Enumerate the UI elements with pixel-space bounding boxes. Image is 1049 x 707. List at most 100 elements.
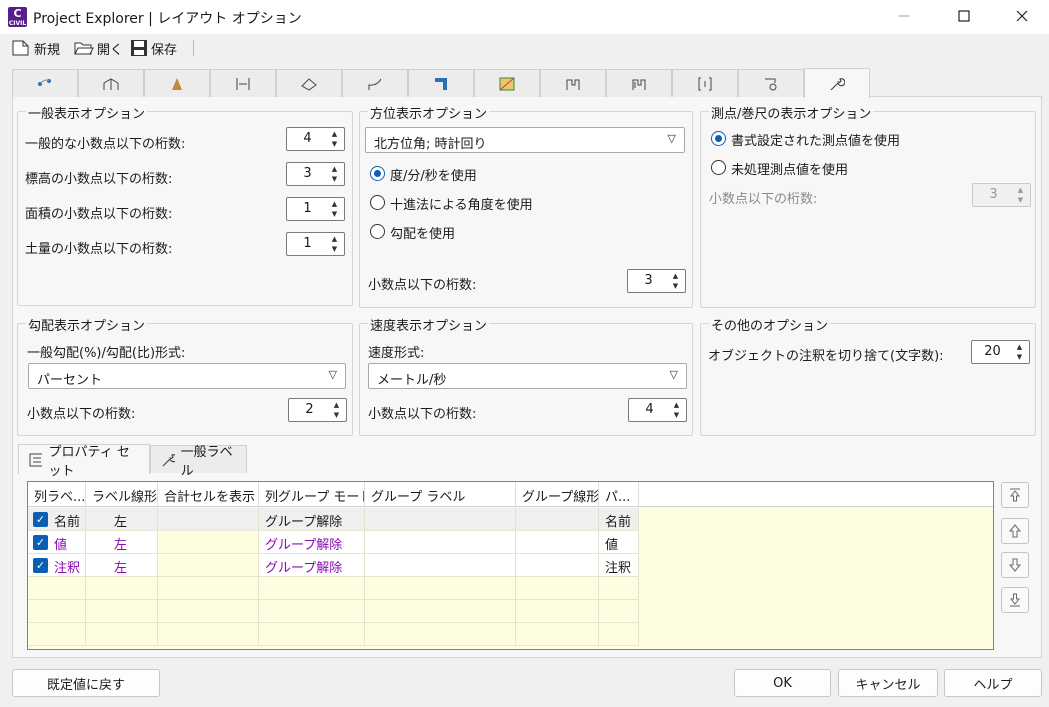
general-precision-spinner[interactable]: 4 ▲ ▼ bbox=[286, 127, 345, 151]
tab-sites[interactable] bbox=[738, 69, 804, 97]
reset-defaults-button[interactable]: 既定値に戻す bbox=[12, 669, 160, 697]
open-button[interactable]: 開く bbox=[74, 37, 123, 59]
empty-row bbox=[28, 577, 993, 600]
cancel-button[interactable]: キャンセル bbox=[838, 669, 938, 697]
tab-general-options[interactable] bbox=[804, 68, 870, 98]
tab-property-sets[interactable]: プロパティ セット bbox=[18, 444, 150, 479]
checkbox-checked-icon[interactable]: ✓ bbox=[33, 558, 48, 573]
spin-up-icon[interactable]: ▲ bbox=[326, 199, 343, 209]
radio-formatted-station[interactable] bbox=[711, 131, 726, 146]
spin-down-icon[interactable]: ▼ bbox=[668, 410, 685, 420]
spin-up-icon[interactable]: ▲ bbox=[326, 129, 343, 139]
speed-options-group: 速度表示オプション 速度形式: メートル/秒 ▽ 小数点以下の桁数: 4 ▲ ▼ bbox=[359, 315, 693, 436]
grade-format-label: 一般勾配(%)/勾配(比)形式: bbox=[27, 346, 186, 361]
spin-down-icon[interactable]: ▼ bbox=[326, 244, 343, 254]
grade-precision-spinner[interactable]: 2 ▲ ▼ bbox=[288, 398, 347, 422]
radio-dms-label: 度/分/秒を使用 bbox=[390, 169, 477, 184]
col-header-total[interactable]: 合計セルを表示 bbox=[158, 482, 259, 507]
area-precision-spinner[interactable]: 1 ▲ ▼ bbox=[286, 197, 345, 221]
spin-down-icon[interactable]: ▼ bbox=[326, 209, 343, 219]
volume-precision-spinner[interactable]: 1 ▲ ▼ bbox=[286, 232, 345, 256]
other-options-title: その他のオプション bbox=[709, 315, 831, 334]
spin-down-icon[interactable]: ▼ bbox=[667, 281, 684, 291]
col-header-group-align[interactable]: グループ線形 bbox=[516, 482, 599, 507]
elevation-precision-spinner[interactable]: 3 ▲ ▼ bbox=[286, 162, 345, 186]
pipe-icon bbox=[435, 77, 447, 90]
assembly-icon bbox=[566, 79, 580, 90]
col-header-label[interactable]: 列ラベ... bbox=[28, 482, 86, 507]
spin-up-icon[interactable]: ▲ bbox=[328, 400, 345, 410]
col-header-align[interactable]: ラベル線形 bbox=[86, 482, 158, 507]
list-icon bbox=[29, 453, 43, 466]
col-header-group-label[interactable]: グループ ラベル bbox=[365, 482, 516, 507]
radio-raw-station-label: 未処理測点値を使用 bbox=[731, 163, 849, 178]
radio-slope[interactable] bbox=[370, 224, 385, 239]
col-header-filler bbox=[639, 482, 993, 507]
tab-parcels[interactable] bbox=[474, 69, 540, 97]
move-down-button[interactable] bbox=[1001, 552, 1029, 578]
speed-precision-spinner[interactable]: 4 ▲ ▼ bbox=[628, 398, 687, 422]
tab-corridors[interactable] bbox=[606, 69, 672, 97]
radio-slope-label: 勾配を使用 bbox=[390, 227, 456, 242]
checkbox-checked-icon[interactable]: ✓ bbox=[33, 535, 48, 550]
tab-sections[interactable] bbox=[210, 69, 276, 97]
tab-labels[interactable] bbox=[672, 69, 738, 97]
save-button[interactable]: 保存 bbox=[130, 37, 177, 59]
tab-assemblies[interactable] bbox=[540, 69, 606, 97]
table-row[interactable]: ✓ 注釈 左 グループ解除 注釈 bbox=[28, 554, 993, 577]
close-button[interactable] bbox=[999, 0, 1045, 32]
chevron-down-icon: ▽ bbox=[669, 368, 678, 381]
tab-general-labels[interactable]: 一般ラベル bbox=[150, 445, 247, 479]
spin-down-icon[interactable]: ▼ bbox=[326, 139, 343, 149]
minimize-button[interactable] bbox=[881, 0, 927, 32]
move-to-bottom-button[interactable] bbox=[1001, 587, 1029, 613]
help-button[interactable]: ヘルプ bbox=[944, 669, 1042, 697]
grade-format-combo[interactable]: パーセント ▽ bbox=[28, 363, 346, 389]
tab-points[interactable] bbox=[12, 69, 78, 97]
site-icon bbox=[765, 78, 777, 90]
move-up-button[interactable] bbox=[1001, 518, 1029, 544]
truncate-label: オブジェクトの注釈を切り捨て(文字数): bbox=[708, 349, 944, 364]
direction-format-combo[interactable]: 北方位角; 時計回り ▽ bbox=[365, 127, 685, 153]
ok-button[interactable]: OK bbox=[734, 669, 831, 697]
arrow-to-bottom-icon bbox=[1009, 593, 1021, 607]
checkbox-checked-icon[interactable]: ✓ bbox=[33, 512, 48, 527]
wrench-icon bbox=[162, 453, 175, 466]
spin-down-icon[interactable]: ▼ bbox=[326, 174, 343, 184]
speed-precision-label: 小数点以下の桁数: bbox=[368, 407, 477, 422]
radio-dms[interactable] bbox=[370, 166, 385, 181]
radio-raw-station[interactable] bbox=[711, 160, 726, 175]
close-icon bbox=[1016, 10, 1028, 22]
speed-format-label: 速度形式: bbox=[368, 346, 425, 361]
maximize-button[interactable] bbox=[941, 0, 987, 32]
tab-structures[interactable] bbox=[78, 69, 144, 97]
radio-decimal[interactable] bbox=[370, 195, 385, 210]
table-row[interactable]: ✓ 名前 左 グループ解除 名前 bbox=[28, 508, 993, 531]
truncate-spinner[interactable]: 20 ▲ ▼ bbox=[971, 340, 1030, 364]
spin-up-icon[interactable]: ▲ bbox=[1011, 342, 1028, 352]
speed-format-combo[interactable]: メートル/秒 ▽ bbox=[368, 363, 687, 389]
tab-alignments[interactable] bbox=[144, 69, 210, 97]
tab-surfaces[interactable] bbox=[276, 69, 342, 97]
spin-up-icon[interactable]: ▲ bbox=[667, 271, 684, 281]
spin-up-icon[interactable]: ▲ bbox=[326, 164, 343, 174]
direction-precision-spinner[interactable]: 3 ▲ ▼ bbox=[627, 269, 686, 293]
spin-down-icon[interactable]: ▼ bbox=[328, 410, 345, 420]
spin-up-icon[interactable]: ▲ bbox=[668, 400, 685, 410]
section-icon bbox=[236, 77, 250, 90]
window-title: Project Explorer | レイアウト オプション bbox=[33, 11, 302, 27]
tab-profiles[interactable] bbox=[342, 69, 408, 97]
col-header-property[interactable]: パ... bbox=[599, 482, 639, 507]
new-button[interactable]: 新規 bbox=[11, 37, 60, 59]
profile-icon bbox=[368, 78, 382, 90]
tab-pipes[interactable] bbox=[408, 69, 474, 97]
move-to-top-button[interactable] bbox=[1001, 482, 1029, 508]
spin-up-icon[interactable]: ▲ bbox=[326, 234, 343, 244]
spin-down-icon[interactable]: ▼ bbox=[1011, 352, 1028, 362]
direction-options-group: 方位表示オプション 北方位角; 時計回り ▽ 度/分/秒を使用 十進法による角度… bbox=[359, 103, 693, 308]
table-row[interactable]: ✓ 値 左 グループ解除 値 bbox=[28, 531, 993, 554]
col-header-group-mode[interactable]: 列グループ モード bbox=[259, 482, 365, 507]
property-grid[interactable]: 列ラベ... ラベル線形 合計セルを表示 列グループ モード グループ ラベル … bbox=[27, 481, 994, 650]
other-options-group: その他のオプション オブジェクトの注釈を切り捨て(文字数): 20 ▲ ▼ bbox=[700, 315, 1036, 436]
radio-formatted-station-label: 書式設定された測点値を使用 bbox=[731, 134, 901, 149]
